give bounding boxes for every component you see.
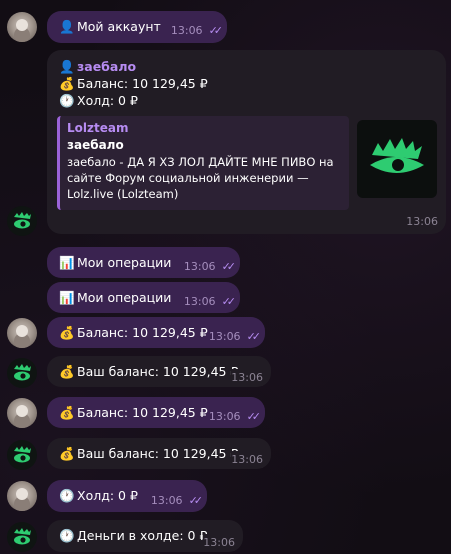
- message-time: 13:06: [208, 330, 241, 343]
- message-meta: 13:06 ✓✓: [183, 293, 237, 310]
- account-hold: Холд: 0 ₽: [77, 93, 138, 108]
- message-text: Ваш баланс: 10 129,45 ₽: [77, 364, 239, 379]
- message-hold[interactable]: 🕐 Холд: 0 ₽ 13:06 ✓✓: [47, 480, 207, 512]
- read-check-icon: ✓✓: [188, 494, 204, 507]
- preview-site-name: Lolzteam: [67, 121, 129, 135]
- message-your-balance[interactable]: 💰 Ваш баланс: 10 129,45 ₽ 13:06: [47, 356, 271, 387]
- message-meta: 13:06 ✓✓: [150, 492, 204, 509]
- bot-avatar[interactable]: [7, 358, 37, 388]
- user-avatar[interactable]: [7, 12, 37, 42]
- bot-avatar[interactable]: [7, 522, 37, 552]
- link-preview[interactable]: Lolzteam заебало заебало - ДА Я ХЗ ЛОЛ Д…: [57, 116, 349, 210]
- money-bag-icon: 💰: [59, 364, 75, 379]
- money-bag-icon: 💰: [59, 76, 75, 91]
- lolzteam-logo-icon: [370, 138, 424, 173]
- bot-avatar[interactable]: [7, 440, 37, 470]
- read-check-icon: ✓✓: [246, 410, 262, 423]
- message-text: Мои операции: [77, 255, 172, 270]
- message-text: Мой аккаунт: [77, 19, 161, 34]
- money-bag-icon: 💰: [59, 405, 75, 420]
- message-my-account[interactable]: 👤 Мой аккаунт 13:06 ✓✓: [47, 11, 227, 43]
- message-your-balance[interactable]: 💰 Ваш баланс: 10 129,45 ₽ 13:06: [47, 438, 271, 469]
- user-avatar[interactable]: [7, 318, 37, 348]
- read-check-icon: ✓✓: [221, 260, 237, 273]
- message-balance[interactable]: 💰 Баланс: 10 129,45 ₽ 13:06 ✓✓: [47, 397, 265, 428]
- message-meta: 13:06 ✓✓: [183, 258, 237, 275]
- message-time: 13:06: [150, 494, 183, 507]
- message-meta: 13:06: [231, 369, 263, 386]
- message-meta: 13:06 ✓✓: [170, 22, 224, 39]
- account-card-message[interactable]: 👤 заебало 💰 Баланс: 10 129,45 ₽ 🕐 Холд: 0 ₽…: [47, 50, 446, 234]
- message-text: Баланс: 10 129,45 ₽: [77, 325, 208, 340]
- clock-icon: 🕐: [59, 488, 75, 503]
- message-meta: 13:06: [406, 213, 438, 230]
- message-meta: 13:06 ✓✓: [208, 328, 262, 345]
- preview-description: заебало - ДА Я ХЗ ЛОЛ ДАЙТЕ МНЕ ПИВО на …: [67, 155, 334, 201]
- bot-avatar[interactable]: [7, 206, 37, 236]
- user-avatar[interactable]: [7, 398, 37, 428]
- message-time: 13:06: [203, 536, 235, 549]
- message-meta: 13:06: [231, 451, 263, 468]
- preview-title: заебало: [67, 138, 124, 152]
- money-bag-icon: 💰: [59, 325, 75, 340]
- preview-image[interactable]: [357, 120, 437, 198]
- message-text: Мои операции: [77, 290, 172, 305]
- message-time: 13:06: [183, 260, 216, 273]
- message-time: 13:06: [183, 295, 216, 308]
- account-username-link[interactable]: заебало: [77, 59, 136, 74]
- message-time: 13:06: [170, 24, 203, 37]
- read-check-icon: ✓✓: [208, 24, 224, 37]
- message-text: Деньги в холде: 0 ₽: [77, 528, 208, 543]
- user-avatar[interactable]: [7, 481, 37, 511]
- message-my-operations[interactable]: 📊 Мои операции 13:06 ✓✓: [47, 282, 240, 313]
- message-time: 13:06: [208, 410, 241, 423]
- clock-icon: 🕐: [59, 528, 75, 543]
- message-time: 13:06: [406, 215, 438, 228]
- read-check-icon: ✓✓: [246, 330, 262, 343]
- bar-chart-icon: 📊: [59, 255, 75, 270]
- message-meta: 13:06: [203, 534, 235, 551]
- lolzteam-logo-icon: [14, 364, 31, 381]
- bust-icon: 👤: [59, 19, 75, 34]
- money-bag-icon: 💰: [59, 446, 75, 461]
- message-money-in-hold[interactable]: 🕐 Деньги в холде: 0 ₽ 13:06: [47, 520, 243, 552]
- bar-chart-icon: 📊: [59, 290, 75, 305]
- read-check-icon: ✓✓: [221, 295, 237, 308]
- message-time: 13:06: [231, 453, 263, 466]
- message-text: Баланс: 10 129,45 ₽: [77, 405, 208, 420]
- message-balance[interactable]: 💰 Баланс: 10 129,45 ₽ 13:06 ✓✓: [47, 317, 265, 348]
- message-text: Ваш баланс: 10 129,45 ₽: [77, 446, 239, 461]
- message-meta: 13:06 ✓✓: [208, 408, 262, 425]
- clock-icon: 🕐: [59, 93, 75, 108]
- message-time: 13:06: [231, 371, 263, 384]
- lolzteam-logo-icon: [14, 528, 31, 545]
- message-text: Холд: 0 ₽: [77, 488, 138, 503]
- lolzteam-logo-icon: [14, 446, 31, 463]
- bust-icon: 👤: [59, 59, 75, 74]
- message-my-operations[interactable]: 📊 Мои операции 13:06 ✓✓: [47, 247, 240, 278]
- account-balance: Баланс: 10 129,45 ₽: [77, 76, 208, 91]
- lolzteam-logo-icon: [14, 212, 31, 229]
